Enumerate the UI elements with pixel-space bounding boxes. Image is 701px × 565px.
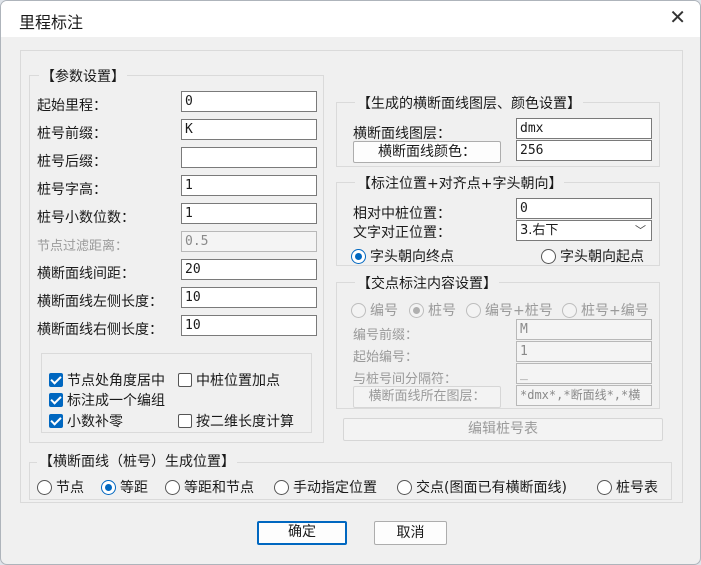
- radio-unselected-icon[interactable]: [597, 480, 612, 495]
- checkbox-checked-icon[interactable]: [49, 414, 63, 428]
- pile-suffix-label: 桩号后缀：: [37, 154, 107, 170]
- radio-opt-pile-number: 桩号+编号: [562, 300, 649, 320]
- layer-label: 横断面线图层：: [353, 126, 451, 142]
- radio-gen-pile-table[interactable]: 桩号表: [597, 477, 658, 497]
- radio-head-start-label: 字头朝向起点: [560, 249, 644, 265]
- right-length-label: 横断面线右侧长度：: [37, 322, 163, 338]
- option-middle-pile-add-label: 中桩位置加点: [196, 373, 280, 389]
- align-label: 文字对正位置：: [353, 225, 451, 241]
- radio-gen-manual[interactable]: 手动指定位置: [274, 477, 377, 497]
- radio-opt-pile: 桩号: [409, 300, 456, 320]
- option-middle-pile-add[interactable]: 中桩位置加点: [178, 370, 280, 390]
- radio-unselected-icon[interactable]: [397, 480, 412, 495]
- params-title: 【参数设置】: [39, 66, 127, 86]
- radio-disabled-icon: [562, 303, 577, 318]
- option-decimal-pad[interactable]: 小数补零: [49, 411, 123, 431]
- radio-gen-equal-node-label: 等距和节点: [184, 480, 254, 496]
- node-filter-input: 0.5: [181, 231, 317, 252]
- radio-unselected-icon[interactable]: [37, 480, 52, 495]
- align-select-value: 3.右下: [520, 223, 559, 238]
- number-prefix-label: 编号前缀：: [353, 328, 419, 343]
- color-input[interactable]: 256: [516, 140, 652, 161]
- title-bar: 里程标注 ✕: [1, 1, 700, 37]
- right-length-input[interactable]: 10: [181, 315, 317, 336]
- radio-gen-equal-node[interactable]: 等距和节点: [165, 477, 254, 497]
- pile-text-height-input[interactable]: 1: [181, 175, 317, 196]
- separator-input: _: [516, 363, 652, 384]
- pile-decimals-input[interactable]: 1: [181, 203, 317, 224]
- option-node-center[interactable]: 节点处角度居中: [49, 370, 165, 390]
- start-mileage-input[interactable]: 0: [181, 91, 317, 112]
- pile-prefix-label: 桩号前缀：: [37, 126, 107, 142]
- section-spacing-input[interactable]: 20: [181, 259, 317, 280]
- number-prefix-input: M: [516, 319, 652, 340]
- radio-unselected-icon[interactable]: [274, 480, 289, 495]
- radio-disabled-icon: [351, 303, 366, 318]
- window-title: 里程标注: [19, 13, 84, 32]
- position-title: 【标注位置+对齐点+字头朝向】: [355, 173, 565, 193]
- radio-disabled-icon: [466, 303, 481, 318]
- cancel-button[interactable]: 取消: [374, 521, 447, 545]
- close-icon[interactable]: ✕: [669, 5, 686, 29]
- radio-gen-pile-table-label: 桩号表: [616, 480, 658, 496]
- radio-unselected-icon[interactable]: [165, 480, 180, 495]
- option-one-group-label: 标注成一个编组: [67, 393, 165, 409]
- separator-label: 与桩号间分隔符：: [353, 372, 458, 387]
- section-layer-button: 横断面线所在图层：: [353, 386, 501, 408]
- section-layer-input: *dmx*,*断面线*,*横: [516, 385, 652, 406]
- left-length-input[interactable]: 10: [181, 287, 317, 308]
- start-number-input: 1: [516, 341, 652, 362]
- radio-disabled-selected-icon: [409, 303, 424, 318]
- radio-opt-number: 编号: [351, 300, 398, 320]
- layer-input[interactable]: dmx: [516, 118, 652, 139]
- start-mileage-label: 起始里程：: [37, 98, 107, 114]
- radio-gen-node[interactable]: 节点: [37, 477, 84, 497]
- radio-opt-number-pile-label: 编号+桩号: [485, 303, 553, 319]
- pile-text-height-label: 桩号字高：: [37, 182, 107, 198]
- radio-selected-icon[interactable]: [101, 480, 116, 495]
- pile-suffix-input[interactable]: [181, 147, 317, 168]
- pile-prefix-input[interactable]: K: [181, 119, 317, 140]
- radio-head-start[interactable]: 字头朝向起点: [541, 246, 644, 266]
- checkbox-unchecked-icon[interactable]: [178, 414, 192, 428]
- color-button[interactable]: 横断面线颜色：: [353, 141, 501, 163]
- option-decimal-pad-label: 小数补零: [67, 414, 123, 430]
- option-one-group[interactable]: 标注成一个编组: [49, 390, 165, 410]
- radio-unselected-icon[interactable]: [541, 249, 556, 264]
- radio-gen-cross-label: 交点(图面已有横断面线): [416, 480, 567, 496]
- radio-opt-number-pile: 编号+桩号: [466, 300, 553, 320]
- checkbox-unchecked-icon[interactable]: [178, 373, 192, 387]
- intersection-title: 【交点标注内容设置】: [355, 273, 499, 293]
- edit-pile-table-button: 编辑桩号表: [343, 418, 663, 441]
- node-filter-label: 节点过滤距离：: [37, 239, 129, 254]
- align-select[interactable]: 3.右下 ﹀: [516, 220, 652, 241]
- radio-gen-cross[interactable]: 交点(图面已有横断面线): [397, 477, 567, 497]
- start-number-label: 起始编号：: [353, 350, 419, 365]
- dialog-window: 里程标注 ✕ 【参数设置】 起始里程： 0 桩号前缀： K 桩号后缀： 桩号字高…: [0, 0, 701, 565]
- generate-title: 【横断面线（桩号）生成位置】: [37, 451, 237, 471]
- radio-gen-equal[interactable]: 等距: [101, 477, 148, 497]
- radio-gen-manual-label: 手动指定位置: [293, 480, 377, 496]
- option-calc-2d-label: 按二维长度计算: [196, 414, 294, 430]
- ok-button[interactable]: 确定: [257, 521, 347, 545]
- radio-opt-number-label: 编号: [370, 303, 398, 319]
- relative-input[interactable]: 0: [516, 198, 652, 219]
- checkbox-checked-icon[interactable]: [49, 373, 63, 387]
- radio-opt-pile-number-label: 桩号+编号: [581, 303, 649, 319]
- chevron-down-icon[interactable]: ﹀: [635, 221, 646, 240]
- radio-opt-pile-label: 桩号: [428, 303, 456, 319]
- section-spacing-label: 横断面线间距：: [37, 266, 135, 282]
- radio-selected-icon[interactable]: [351, 249, 366, 264]
- radio-head-end-label: 字头朝向终点: [370, 249, 454, 265]
- option-node-center-label: 节点处角度居中: [67, 373, 165, 389]
- checkbox-checked-icon[interactable]: [49, 393, 63, 407]
- layer-title: 【生成的横断面线图层、颜色设置】: [355, 93, 583, 113]
- pile-decimals-label: 桩号小数位数：: [37, 210, 135, 226]
- option-calc-2d[interactable]: 按二维长度计算: [178, 411, 294, 431]
- radio-gen-node-label: 节点: [56, 480, 84, 496]
- radio-head-end[interactable]: 字头朝向终点: [351, 246, 454, 266]
- left-length-label: 横断面线左侧长度：: [37, 294, 163, 310]
- radio-gen-equal-label: 等距: [120, 480, 148, 496]
- relative-label: 相对中桩位置：: [353, 206, 451, 222]
